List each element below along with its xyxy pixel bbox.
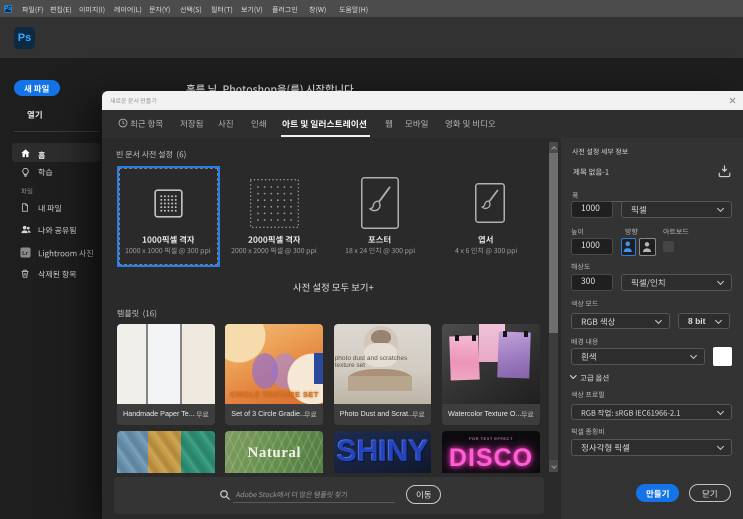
svg-text:Lr: Lr bbox=[22, 250, 28, 256]
